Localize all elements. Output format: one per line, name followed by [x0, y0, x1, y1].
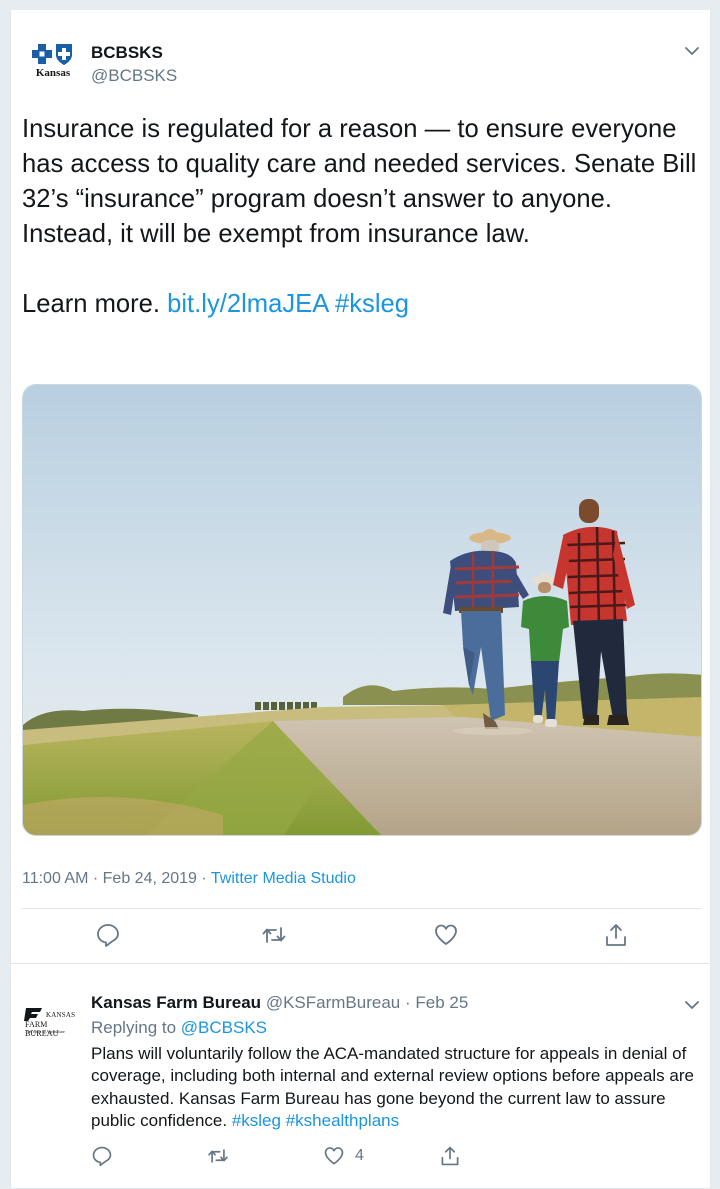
tweet-media-photo[interactable]: [22, 384, 702, 836]
chevron-down-icon[interactable]: [682, 41, 702, 61]
meta-separator: ·: [201, 870, 207, 887]
reply-icon[interactable]: [91, 1145, 113, 1167]
photo-farm-road-family: [23, 385, 701, 835]
retweet-icon[interactable]: [207, 1145, 229, 1167]
replying-to: Replying to @BCBSKS: [91, 1018, 267, 1038]
hashtag-ksleg[interactable]: #ksleg: [335, 290, 409, 318]
share-icon[interactable]: [603, 922, 629, 948]
tweet-timestamp: 11:00 AM · Feb 24, 2019 · Twitter Media …: [22, 870, 356, 888]
tweet-text: Insurance is regulated for a reason — to…: [22, 112, 702, 322]
blue-cross-blue-shield-logo-icon: [32, 44, 72, 65]
tweet-source[interactable]: Twitter Media Studio: [211, 870, 356, 887]
hashtag-kshealthplans[interactable]: #kshealthplans: [286, 1111, 399, 1130]
author-name[interactable]: BCBSKS: [91, 43, 163, 63]
logo-text: Kansas: [35, 67, 71, 79]
tweet-header: Kansas BCBSKS @BCBSKS: [11, 10, 710, 100]
replying-prefix: Replying to: [91, 1018, 177, 1037]
chevron-down-icon[interactable]: [682, 995, 702, 1015]
author-handle[interactable]: @BCBSKS: [91, 66, 177, 86]
reply-date[interactable]: Feb 25: [415, 993, 468, 1012]
reply-text: Plans will voluntarily follow the ACA-ma…: [91, 1043, 696, 1133]
like-icon[interactable]: [433, 922, 459, 948]
separator: ·: [404, 993, 411, 1012]
replying-to-handle[interactable]: @BCBSKS: [181, 1018, 267, 1037]
tweet-card: Kansas BCBSKS @BCBSKS Insurance is regul…: [10, 10, 711, 1189]
reply-author-handle[interactable]: @KSFarmBureau: [266, 993, 400, 1012]
bcbsks-avatar[interactable]: Kansas: [29, 42, 73, 82]
retweet-icon[interactable]: [261, 922, 287, 948]
meta-separator: ·: [92, 870, 99, 887]
reply-tweet[interactable]: KANSAS FARM BUREAU The Voice of Agricult…: [11, 964, 710, 1189]
share-icon[interactable]: [439, 1145, 461, 1167]
tweet-action-bar: [11, 908, 710, 964]
tweet-date[interactable]: Feb 24, 2019: [103, 870, 197, 887]
tweet-time[interactable]: 11:00 AM: [22, 870, 88, 887]
tweet-body: Insurance is regulated for a reason — to…: [22, 115, 697, 248]
tweet-link[interactable]: bit.ly/2lmaJEA: [167, 290, 328, 318]
reply-icon[interactable]: [95, 922, 121, 948]
logo-text: KANSAS: [46, 1011, 76, 1019]
learn-more-text: Learn more.: [22, 290, 160, 318]
hashtag-ksleg[interactable]: #ksleg: [232, 1111, 281, 1130]
like-icon[interactable]: [323, 1145, 345, 1167]
kfb-avatar[interactable]: KANSAS FARM BUREAU The Voice of Agricult…: [24, 1006, 82, 1038]
tweet-learn-more-line: Learn more. bit.ly/2lmaJEA #ksleg: [22, 287, 702, 322]
like-count: 4: [355, 1147, 364, 1164]
reply-header: Kansas Farm Bureau @KSFarmBureau · Feb 2…: [91, 993, 468, 1013]
logo-text: The Voice of Agriculture: [25, 1029, 65, 1034]
reply-author-name[interactable]: Kansas Farm Bureau: [91, 993, 261, 1012]
